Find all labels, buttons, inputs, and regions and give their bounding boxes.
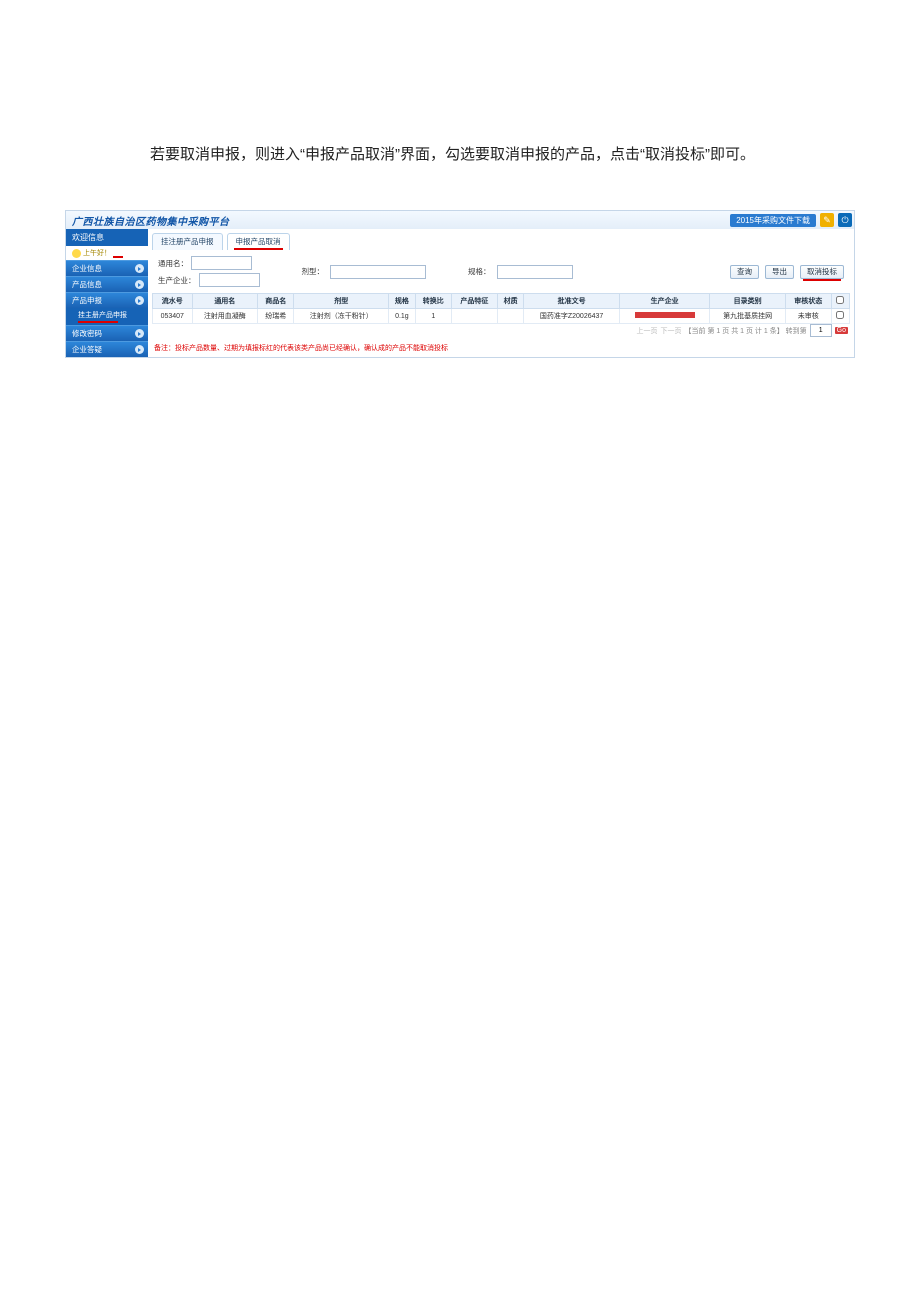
chevron-right-icon <box>135 329 144 338</box>
pager-page-input[interactable] <box>810 324 832 337</box>
sidebar-greeting: 上午好！ <box>66 246 148 260</box>
input-spec[interactable] <box>497 265 573 279</box>
producer-redacted <box>635 312 695 318</box>
sidebar-welcome-head: 欢迎信息 <box>66 229 148 246</box>
label-producer: 生产企业： <box>158 275 196 286</box>
tab-registered-apply[interactable]: 挂注册产品申报 <box>152 233 223 250</box>
input-common-name[interactable] <box>191 256 252 270</box>
tabs: 挂注册产品申报 申报产品取消 <box>148 229 854 250</box>
label-spec: 规格： <box>468 266 491 277</box>
chevron-right-icon <box>135 296 144 305</box>
doc-paragraph: 若要取消申报，则进入“申报产品取消”界面，勾选要取消申报的产品，点击“取消投标”… <box>120 140 800 170</box>
sidebar-item-product-info[interactable]: 产品信息 <box>66 276 148 292</box>
sidebar-item-product-apply[interactable]: 产品申报 <box>66 292 148 308</box>
pager-next[interactable]: 下一页 <box>661 326 682 336</box>
sidebar-item-qa[interactable]: 企业答疑 <box>66 341 148 357</box>
row-checkbox[interactable] <box>836 311 844 319</box>
input-dosage[interactable] <box>330 265 426 279</box>
pager-go-button[interactable]: Go <box>835 327 848 334</box>
download-link[interactable]: 2015年采购文件下载 <box>730 214 816 227</box>
input-producer[interactable] <box>199 273 260 287</box>
power-icon[interactable]: ⏻ <box>838 213 852 227</box>
greeting-redacted <box>113 249 123 258</box>
query-button[interactable]: 查询 <box>730 265 759 279</box>
chevron-right-icon <box>135 280 144 289</box>
sidebar: 欢迎信息 上午好！ 企业信息 产品信息 产品申报 挂主册产品申报 <box>66 229 148 357</box>
chevron-right-icon <box>135 345 144 354</box>
pager: 上一页 下一页 【当前 第 1 页 共 1 页 计 1 条】 转到第 Go <box>148 324 854 341</box>
sidebar-item-company-info[interactable]: 企业信息 <box>66 260 148 276</box>
edit-icon[interactable]: ✎ <box>820 213 834 227</box>
label-dosage: 剂型： <box>302 266 325 277</box>
product-table: 流水号 通用名 商品名 剂型 规格 转换比 产品特征 材质 批准文号 生产企业 … <box>152 293 850 324</box>
header-checkbox-col <box>831 294 849 309</box>
app-header: 广西壮族自治区药物集中采购平台 2015年采购文件下载 ✎ ⏻ <box>66 211 854 229</box>
sidebar-sub-apply[interactable]: 挂主册产品申报 <box>66 308 148 325</box>
document-instruction: 若要取消申报，则进入“申报产品取消”界面，勾选要取消申报的产品，点击“取消投标”… <box>0 0 920 210</box>
main-panel: 挂注册产品申报 申报产品取消 通用名： 生产企业： <box>148 229 854 353</box>
chevron-right-icon <box>135 264 144 273</box>
label-common-name: 通用名： <box>158 258 188 269</box>
producer-cell <box>619 309 710 324</box>
sidebar-item-change-pwd[interactable]: 修改密码 <box>66 325 148 341</box>
warning-note: 备注：投标产品数量、过期为填报标红的代表该类产品尚已经确认，确认成的产品不能取消… <box>148 341 854 353</box>
pager-info: 【当前 第 1 页 共 1 页 计 1 条】 转到第 <box>685 326 807 336</box>
pager-prev[interactable]: 上一页 <box>637 326 658 336</box>
table-header-row: 流水号 通用名 商品名 剂型 规格 转换比 产品特征 材质 批准文号 生产企业 … <box>153 294 850 309</box>
filter-bar: 通用名： 生产企业： 剂型： 规格： 查询 <box>148 250 854 293</box>
smile-icon <box>72 249 81 258</box>
cancel-bid-button[interactable]: 取消投标 <box>800 265 844 279</box>
select-all-checkbox[interactable] <box>836 296 844 304</box>
table-row: 053407 注射用血凝酶 纷瑞希 注射剂（冻干粉针） 0.1g 1 国药准字Z… <box>153 309 850 324</box>
app-screenshot: 广西壮族自治区药物集中采购平台 2015年采购文件下载 ✎ ⏻ 欢迎信息 上午好… <box>65 210 855 358</box>
app-title: 广西壮族自治区药物集中采购平台 <box>68 213 230 228</box>
export-button[interactable]: 导出 <box>765 265 794 279</box>
tab-cancel-apply[interactable]: 申报产品取消 <box>227 233 290 250</box>
